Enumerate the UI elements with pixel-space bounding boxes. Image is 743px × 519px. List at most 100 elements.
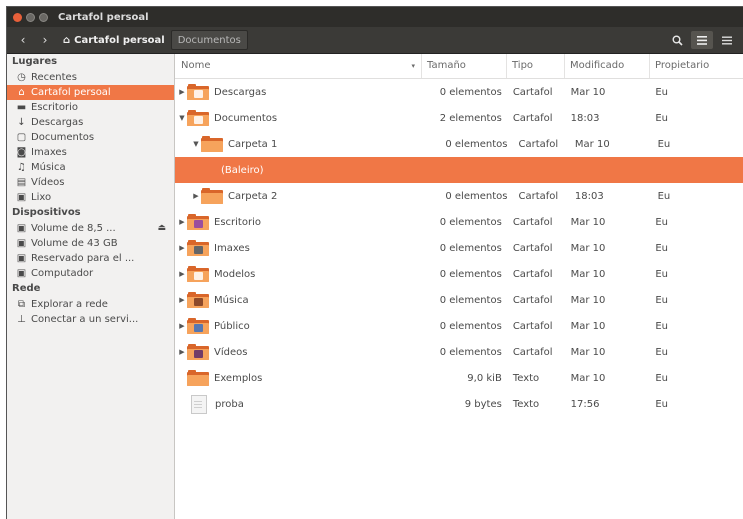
table-row[interactable]: proba 9 bytes Texto 17:56 Eu — [175, 391, 743, 417]
expander-collapsed-icon[interactable]: ▶ — [177, 88, 187, 96]
menu-button[interactable] — [716, 31, 738, 49]
sidebar-item[interactable]: ▬ Escritorio — [7, 100, 174, 115]
column-header-type[interactable]: Tipo — [507, 54, 565, 78]
cell-modified: 17:56 — [570, 398, 600, 410]
sidebar-item[interactable]: ⊥ Conectar a un servi... — [7, 312, 174, 327]
expander-collapsed-icon[interactable]: ▶ — [177, 322, 187, 330]
sidebar-item[interactable]: ⧉ Explorar a rede — [7, 297, 174, 312]
table-row[interactable]: ▶ Escritorio 0 elementos Cartafol Mar 10 Eu — [175, 209, 743, 235]
sidebar-item[interactable]: ▢ Documentos — [7, 130, 174, 145]
server-icon: ⊥ — [17, 314, 26, 325]
cell-type: Cartafol — [512, 294, 553, 306]
sidebar-item[interactable]: ▤ Vídeos — [7, 175, 174, 190]
clock-icon: ◷ — [17, 72, 26, 83]
cell-size: 0 elementos — [445, 190, 508, 202]
cell-owner: Eu — [655, 320, 668, 332]
folder-icon — [187, 344, 209, 360]
folder-icon — [201, 136, 223, 152]
camera-icon: ◙ — [16, 147, 27, 158]
close-window-button[interactable] — [13, 12, 22, 22]
sidebar-item-label: Volume de 8,5 ... — [31, 223, 116, 234]
sidebar-item[interactable]: ◙ Imaxes — [7, 145, 174, 160]
forward-button[interactable]: › — [35, 31, 55, 49]
public-emblem-icon — [194, 324, 203, 332]
sidebar-item[interactable]: ⌂ Cartafol persoal — [7, 85, 174, 100]
file-name: (Baleiro) — [221, 164, 264, 176]
table-row[interactable]: ▶ Música 0 elementos Cartafol Mar 10 Eu — [175, 287, 743, 313]
expander-collapsed-icon[interactable]: ▶ — [177, 218, 187, 226]
search-icon — [672, 35, 683, 46]
file-name: Escritorio — [214, 216, 261, 228]
folder-icon — [187, 84, 209, 100]
column-header-name[interactable]: Nome ▾ — [175, 54, 422, 78]
cell-size: 9,0 kiB — [467, 372, 502, 384]
cell-owner: Eu — [655, 242, 668, 254]
cell-name: ▶ Escritorio — [175, 214, 423, 230]
desktop-icon: ▬ — [16, 102, 27, 113]
column-header-size[interactable]: Tamaño — [422, 54, 507, 78]
cell-name: ▼ Documentos — [175, 110, 423, 126]
expander-collapsed-icon[interactable]: ▶ — [177, 270, 187, 278]
back-button[interactable]: ‹ — [13, 31, 33, 49]
folder-icon — [187, 318, 209, 334]
sidebar-item[interactable]: ▣ Computador — [7, 266, 174, 281]
table-row[interactable]: ▶ Modelos 0 elementos Cartafol Mar 10 Eu — [175, 261, 743, 287]
table-row[interactable]: ▶ Carpeta 2 0 elementos Cartafol 18:03 Eu — [175, 183, 743, 209]
expander-collapsed-icon[interactable]: ▶ — [177, 296, 187, 304]
sidebar-item[interactable]: ▣ Lixo — [7, 190, 174, 205]
cell-name: ▶ Público — [175, 318, 423, 334]
sidebar-item-label: Imaxes — [31, 147, 67, 158]
download-icon: ↓ — [17, 117, 26, 128]
list-view-button[interactable] — [691, 31, 713, 49]
file-name: Modelos — [214, 268, 256, 280]
breadcrumb-documentos-label: Documentos — [177, 34, 241, 46]
sort-descending-icon: ▾ — [411, 62, 415, 70]
expander-collapsed-icon[interactable]: ▶ — [177, 348, 187, 356]
expander-expanded-icon[interactable]: ▼ — [177, 114, 187, 122]
maximize-window-button[interactable] — [39, 12, 48, 22]
sidebar-item[interactable]: ▣ Volume de 8,5 ... ⏏ — [7, 221, 174, 236]
column-header-modified[interactable]: Modificado — [565, 54, 650, 78]
sidebar-item[interactable]: ◷ Recentes — [7, 70, 174, 85]
expander-collapsed-icon[interactable]: ▶ — [191, 192, 201, 200]
hamburger-menu-icon — [722, 36, 732, 44]
cell-name: Exemplos — [175, 370, 423, 386]
table-row[interactable]: ▶ Público 0 elementos Cartafol Mar 10 Eu — [175, 313, 743, 339]
table-row[interactable]: ▶ Descargas 0 elementos Cartafol Mar 10 Eu — [175, 79, 743, 105]
table-row[interactable]: ▶ Vídeos 0 elementos Cartafol Mar 10 Eu — [175, 339, 743, 365]
eject-icon[interactable]: ⏏ — [157, 221, 166, 236]
table-row[interactable]: Exemplos 9,0 kiB Texto Mar 10 Eu — [175, 365, 743, 391]
cell-modified: Mar 10 — [570, 86, 606, 98]
cell-owner: Eu — [655, 112, 668, 124]
table-row[interactable]: ▶ Imaxes 0 elementos Cartafol Mar 10 Eu — [175, 235, 743, 261]
table-row[interactable]: ▼ Documentos 2 elementos Cartafol 18:03 Eu — [175, 105, 743, 131]
breadcrumb-home[interactable]: ⌂ Cartafol persoal — [57, 31, 171, 49]
cell-size: 9 bytes — [464, 398, 502, 410]
folder-icon — [187, 240, 209, 256]
file-name: Música — [214, 294, 249, 306]
search-button[interactable] — [666, 31, 688, 49]
desktop-emblem-icon — [194, 220, 203, 228]
sidebar-item[interactable]: ↓ Descargas — [7, 115, 174, 130]
sidebar-item[interactable]: ♫ Música — [7, 160, 174, 175]
cell-size: 0 elementos — [439, 86, 502, 98]
pictures-emblem-icon — [194, 246, 203, 254]
table-row[interactable]: (Baleiro) — [175, 157, 743, 183]
cell-name: (Baleiro) — [175, 165, 438, 176]
file-name: Carpeta 2 — [228, 190, 278, 202]
sidebar-item-label: Explorar a rede — [31, 299, 108, 310]
sidebar-item[interactable]: ▣ Volume de 43 GB — [7, 236, 174, 251]
cell-size: 0 elementos — [439, 268, 502, 280]
column-header-owner[interactable]: Propietario — [650, 54, 743, 78]
expander-collapsed-icon[interactable]: ▶ — [177, 244, 187, 252]
breadcrumb-documentos[interactable]: Documentos — [170, 30, 248, 50]
cell-owner: Eu — [655, 346, 668, 358]
templates-emblem-icon — [194, 272, 203, 280]
sidebar-item[interactable]: ▣ Reservado para el ... — [7, 251, 174, 266]
cell-owner: Eu — [655, 268, 668, 280]
table-row[interactable]: ▼ Carpeta 1 0 elementos Cartafol Mar 10 Eu — [175, 131, 743, 157]
minimize-window-button[interactable] — [26, 12, 35, 22]
cell-owner: Eu — [657, 190, 671, 202]
expander-expanded-icon[interactable]: ▼ — [191, 140, 201, 148]
breadcrumb-home-label: Cartafol persoal — [74, 34, 165, 46]
